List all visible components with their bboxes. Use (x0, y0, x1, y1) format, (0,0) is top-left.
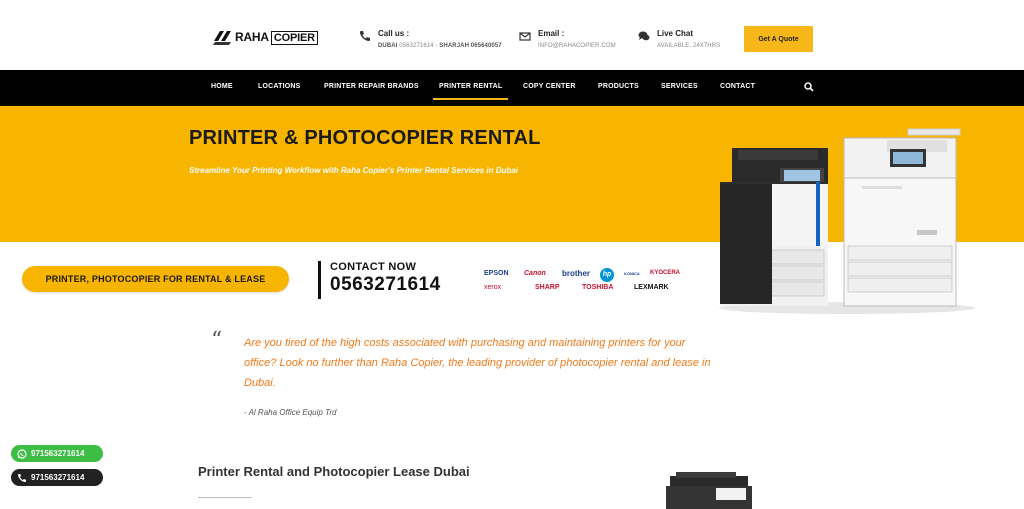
brand-kyocera: KYOCERA (650, 270, 681, 276)
logo[interactable]: RAHA COPIER (212, 27, 318, 47)
whatsapp-icon (17, 448, 27, 459)
brand-epson: EPSON (484, 270, 509, 277)
logo-text: RAHA COPIER (235, 30, 318, 45)
brand-canon: Canon (524, 270, 546, 277)
live-chat-title: Live Chat (657, 29, 694, 38)
hero-title: PRINTER & PHOTOCOPIER RENTAL (189, 127, 541, 149)
dubai-number[interactable]: 0563271614 (399, 43, 433, 49)
nav-locations[interactable]: LOCATIONS (258, 83, 301, 90)
section-title: Printer Rental and Photocopier Lease Dub… (198, 464, 470, 479)
contact-now-number[interactable]: 0563271614 (330, 274, 441, 296)
call-us-numbers: DUBAI 0563271614 - SHARJAH 065640057 (378, 43, 502, 49)
email-block: Email : INFO@RAHACOPIER.COM (519, 29, 616, 49)
rental-lease-pill: PRINTER, PHOTOCOPIER FOR RENTAL & LEASE (22, 266, 289, 292)
nav-services[interactable]: SERVICES (661, 83, 698, 90)
nav-printer-repair-brands[interactable]: PRINTER REPAIR BRANDS (324, 83, 419, 90)
whatsapp-number: 971563271614 (31, 449, 85, 458)
main-nav: HOME LOCATIONS PRINTER REPAIR BRANDS PRI… (0, 70, 1024, 106)
brand-logos: EPSON Canon brother hp KONICA KYOCERA xe… (484, 268, 684, 296)
phone-icon (360, 31, 370, 41)
search-icon[interactable] (804, 82, 814, 92)
call-us-block: Call us : DUBAI 0563271614 - SHARJAH 065… (359, 29, 502, 49)
brand-konica: KONICA (624, 271, 640, 276)
nav-printer-rental[interactable]: PRINTER RENTAL (432, 83, 509, 100)
brand-sharp: SHARP (535, 284, 560, 291)
get-a-quote-button[interactable]: Get A Quote (744, 26, 813, 52)
whatsapp-button[interactable]: 971563271614 (11, 445, 103, 462)
email-address[interactable]: INFO@RAHACOPIER.COM (538, 43, 616, 49)
live-chat-block[interactable]: Live Chat AVAILABLE. 24X7HRS (638, 29, 720, 49)
quote-author: - Al Raha Office Equip Trd (244, 408, 337, 417)
brand-xerox: xerox (484, 284, 502, 291)
call-number: 971563271614 (31, 473, 85, 482)
brand-toshiba: TOSHIBA (582, 284, 614, 291)
brand-lexmark: LEXMARK (634, 284, 669, 291)
logo-word-raha: RAHA (235, 30, 269, 44)
phone-icon (18, 473, 26, 482)
quote-mark-icon: “ (211, 328, 223, 353)
logo-word-copier: COPIER (270, 31, 318, 45)
envelope-icon (519, 32, 531, 41)
nav-contact[interactable]: CONTACT (720, 83, 755, 90)
printer-image (666, 472, 752, 509)
nav-products[interactable]: PRODUCTS (598, 83, 639, 90)
sharjah-number[interactable]: 065640057 (471, 43, 502, 49)
contact-now-label: CONTACT NOW (330, 261, 417, 273)
brand-brother: brother (562, 269, 590, 278)
logo-mark-icon (213, 31, 231, 45)
live-chat-availability: AVAILABLE. 24X7HRS (657, 43, 721, 49)
chat-icon (638, 31, 650, 41)
top-header: RAHA COPIER Call us : DUBAI 0563271614 - … (0, 0, 1024, 70)
contact-now-block[interactable]: CONTACT NOW 0563271614 (318, 261, 441, 299)
hero-subtitle: Streamline Your Printing Workflow with R… (189, 166, 518, 175)
section-divider (198, 497, 252, 498)
email-title: Email : (538, 29, 565, 38)
call-button[interactable]: 971563271614 (11, 469, 103, 486)
nav-copy-center[interactable]: COPY CENTER (523, 83, 576, 90)
page: RAHA COPIER Call us : DUBAI 0563271614 - … (0, 0, 1024, 509)
call-us-title: Call us : (378, 29, 410, 38)
nav-home[interactable]: HOME (211, 83, 233, 90)
quote-text: Are you tired of the high costs associat… (244, 337, 711, 389)
brand-hp: hp (600, 268, 614, 282)
photocopiers-illustration (719, 128, 975, 314)
